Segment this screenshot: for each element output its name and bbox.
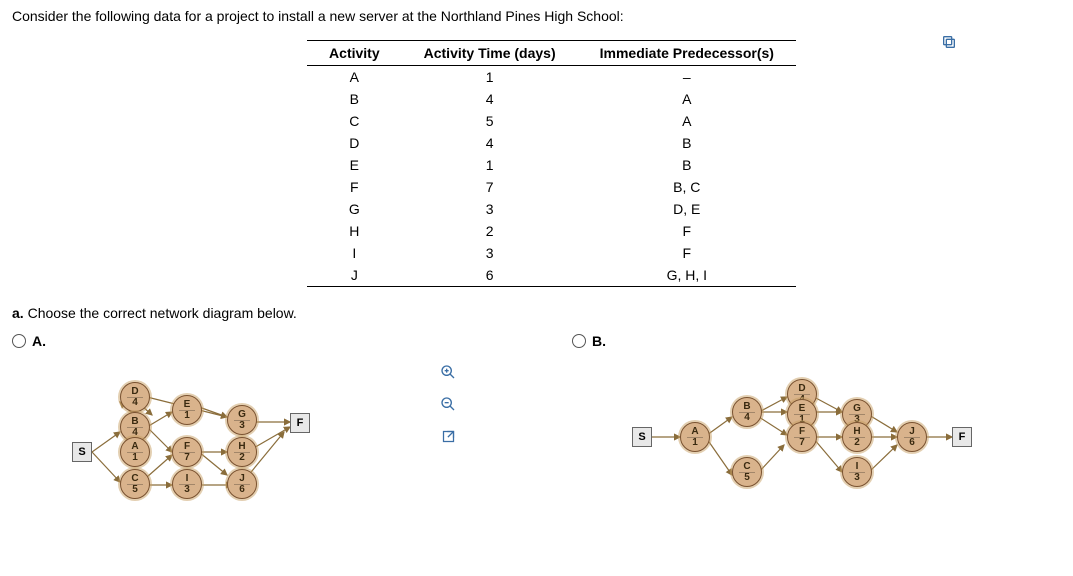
node-C-b: C5 (732, 457, 762, 487)
activity-table: Activity Activity Time (days) Immediate … (307, 40, 796, 287)
cell-time: 5 (402, 110, 578, 132)
node-I: I3 (172, 469, 202, 499)
node-A-b: A1 (680, 422, 710, 452)
table-row: C5A (307, 110, 796, 132)
cell-time: 1 (402, 154, 578, 176)
cell-time: 3 (402, 242, 578, 264)
sub-question: a. Choose the correct network diagram be… (12, 305, 1061, 321)
radio-B[interactable] (572, 334, 586, 348)
cell-pred: A (578, 88, 796, 110)
option-B-label: B. (592, 333, 606, 349)
question-prompt: Consider the following data for a projec… (12, 8, 1061, 24)
cell-act: A (307, 66, 402, 89)
node-F-end-b: F (952, 427, 972, 447)
cell-time: 1 (402, 66, 578, 89)
node-A: A1 (120, 437, 150, 467)
cell-act: H (307, 220, 402, 242)
node-I-b: I3 (842, 457, 872, 487)
node-H: H2 (227, 437, 257, 467)
col-activity: Activity (307, 41, 402, 66)
cell-act: C (307, 110, 402, 132)
col-pred: Immediate Predecessor(s) (578, 41, 796, 66)
table-row: I3F (307, 242, 796, 264)
table-row: F7B, C (307, 176, 796, 198)
radio-A[interactable] (12, 334, 26, 348)
cell-act: I (307, 242, 402, 264)
diagram-A: S D4 B4 E1 G3 F A1 F7 H2 C5 I3 J6 (72, 357, 412, 507)
table-row: E1B (307, 154, 796, 176)
cell-time: 2 (402, 220, 578, 242)
cell-act: D (307, 132, 402, 154)
zoom-in-icon[interactable] (437, 361, 459, 383)
table-row: A1– (307, 66, 796, 89)
table-row: B4A (307, 88, 796, 110)
option-B: B. S A1 B4 C5 (572, 333, 1072, 507)
sub-q-label: a. (12, 305, 24, 321)
diagram-B: S A1 B4 C5 D4 E1 F7 G3 H2 I3 J6 F (632, 357, 972, 507)
node-B-b: B4 (732, 397, 762, 427)
cell-pred: A (578, 110, 796, 132)
cell-act: E (307, 154, 402, 176)
node-H-b: H2 (842, 422, 872, 452)
node-G: G3 (227, 405, 257, 435)
cell-pred: B (578, 132, 796, 154)
cell-pred: B, C (578, 176, 796, 198)
cell-time: 3 (402, 198, 578, 220)
table-row: D4B (307, 132, 796, 154)
node-J: J6 (227, 469, 257, 499)
node-J-b: J6 (897, 422, 927, 452)
cell-pred: – (578, 66, 796, 89)
cell-pred: B (578, 154, 796, 176)
table-row: H2F (307, 220, 796, 242)
cell-act: F (307, 176, 402, 198)
sub-q-text: Choose the correct network diagram below… (24, 305, 297, 321)
cell-time: 6 (402, 264, 578, 287)
cell-act: B (307, 88, 402, 110)
node-S: S (72, 442, 92, 462)
col-time: Activity Time (days) (402, 41, 578, 66)
cell-pred: G, H, I (578, 264, 796, 287)
node-E: E1 (172, 395, 202, 425)
popout-icon[interactable] (437, 425, 459, 447)
cell-pred: D, E (578, 198, 796, 220)
node-F-end: F (290, 413, 310, 433)
node-F: F7 (172, 437, 202, 467)
activity-table-wrap: Activity Activity Time (days) Immediate … (12, 40, 1061, 287)
cell-pred: F (578, 242, 796, 264)
node-F-b: F7 (787, 422, 817, 452)
node-S-b: S (632, 427, 652, 447)
cell-pred: F (578, 220, 796, 242)
cell-act: J (307, 264, 402, 287)
cell-time: 4 (402, 132, 578, 154)
node-D: D4 (120, 382, 150, 412)
cell-time: 4 (402, 88, 578, 110)
cell-time: 7 (402, 176, 578, 198)
copy-icon[interactable] (941, 34, 957, 50)
cell-act: G (307, 198, 402, 220)
zoom-out-icon[interactable] (437, 393, 459, 415)
node-C: C5 (120, 469, 150, 499)
table-row: J6G, H, I (307, 264, 796, 287)
option-A-label: A. (32, 333, 46, 349)
table-row: G3D, E (307, 198, 796, 220)
option-A: A. S D4 B4 (12, 333, 552, 507)
